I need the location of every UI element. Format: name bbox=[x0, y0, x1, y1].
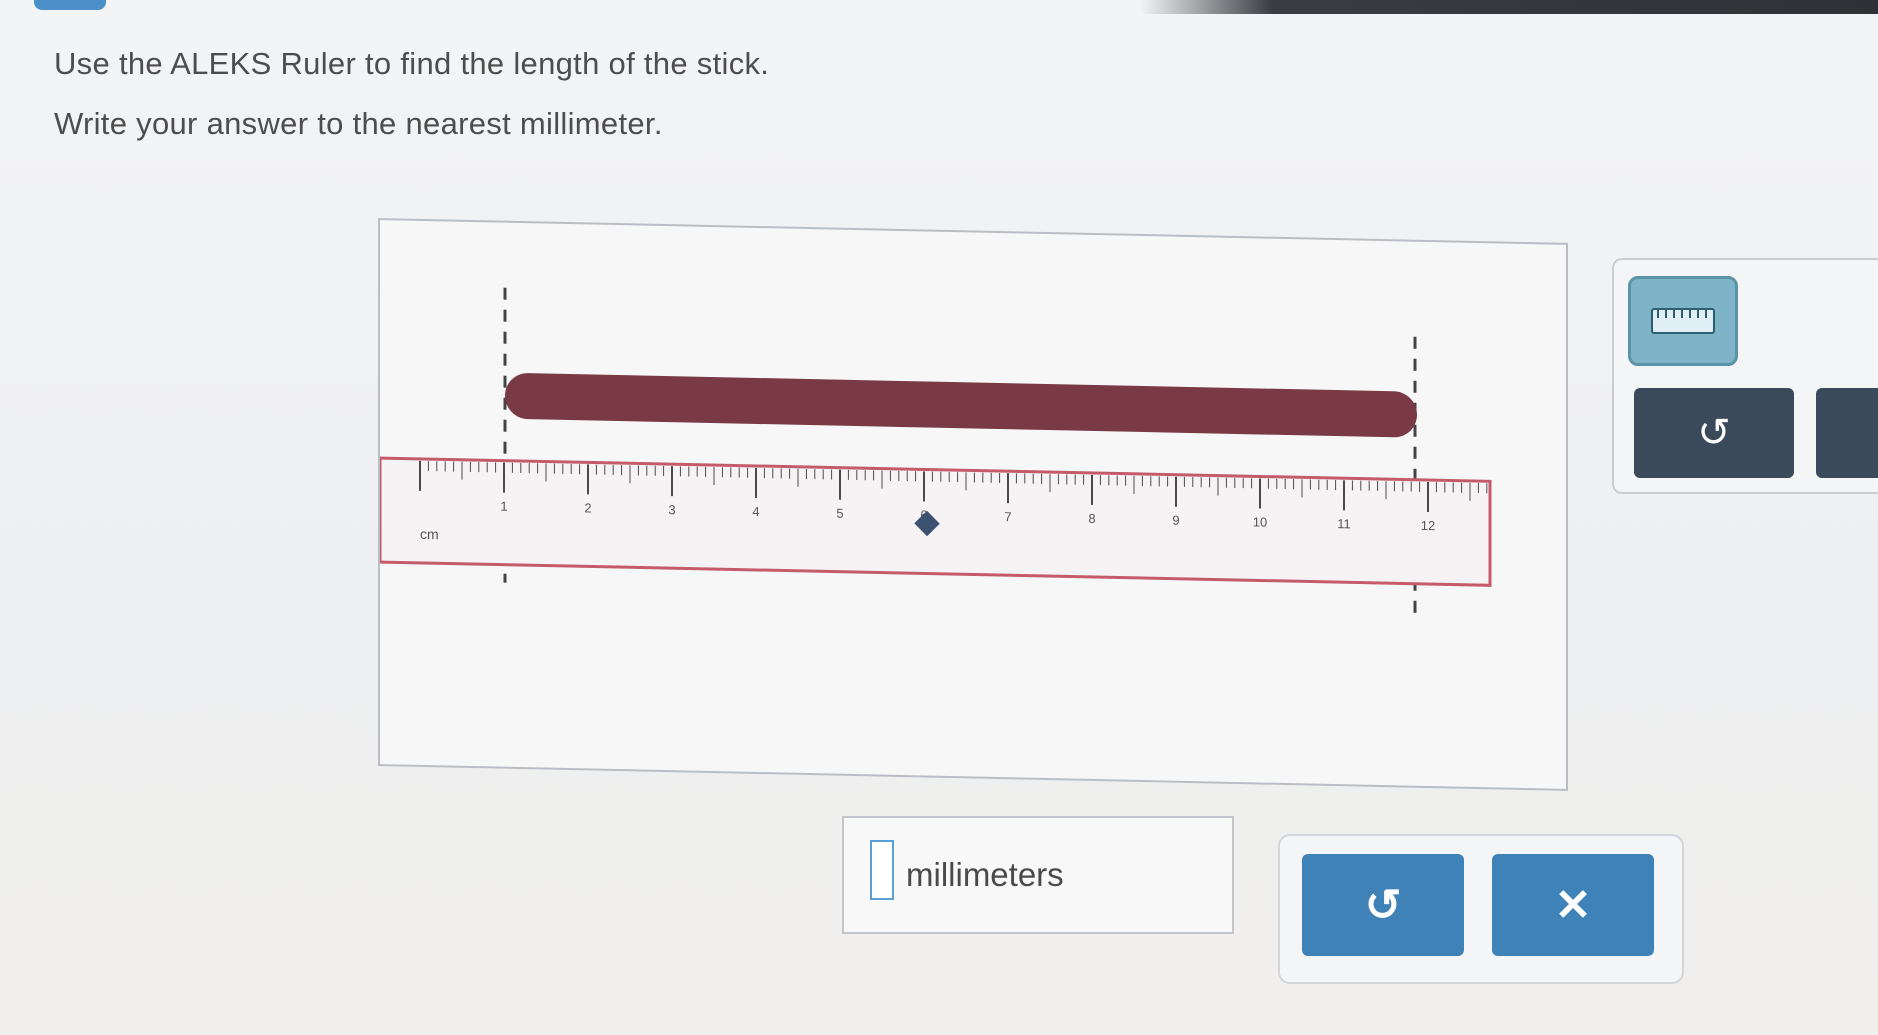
ruler-unit-label: cm bbox=[420, 526, 439, 542]
clear-button[interactable]: ✕ bbox=[1492, 854, 1654, 956]
instruction-line-2: Write your answer to the nearest millime… bbox=[54, 106, 663, 141]
ruler-label: 10 bbox=[1253, 514, 1267, 529]
ruler-label: 12 bbox=[1421, 518, 1435, 533]
tab-indicator bbox=[34, 0, 106, 10]
tool-panel: ↺ bbox=[1612, 258, 1878, 494]
ruler-label: 9 bbox=[1172, 513, 1179, 528]
action-panel: ↺ ✕ bbox=[1278, 834, 1684, 984]
top-bar bbox=[1140, 0, 1878, 14]
ruler-icon bbox=[1651, 308, 1715, 334]
answer-input[interactable] bbox=[870, 840, 894, 900]
reset-ruler-button[interactable]: ↺ bbox=[1634, 388, 1794, 478]
stick bbox=[505, 373, 1417, 438]
ruler-label: 4 bbox=[752, 504, 759, 519]
instruction-line-1: Use the ALEKS Ruler to find the length o… bbox=[54, 46, 770, 81]
ruler-label: 3 bbox=[668, 502, 675, 517]
ruler-label: 8 bbox=[1088, 511, 1095, 526]
aleks-ruler[interactable]: 123456789101112 cm bbox=[380, 456, 1492, 587]
ruler-label: 1 bbox=[500, 499, 507, 514]
undo-icon: ↺ bbox=[1697, 411, 1731, 455]
ruler-label: 11 bbox=[1337, 516, 1350, 531]
undo-button[interactable]: ↺ bbox=[1302, 854, 1464, 956]
answer-unit-label: millimeters bbox=[906, 856, 1064, 893]
extra-tool-button[interactable] bbox=[1816, 388, 1878, 478]
ruler-tool-button[interactable] bbox=[1628, 276, 1738, 366]
undo-icon: ↺ bbox=[1364, 880, 1402, 930]
close-icon: ✕ bbox=[1554, 880, 1592, 930]
ruler-label: 5 bbox=[836, 506, 843, 521]
ruler-label: 7 bbox=[1004, 509, 1011, 524]
ruler-label: 2 bbox=[584, 500, 591, 515]
answer-box: millimeters bbox=[842, 816, 1234, 934]
measurement-workspace: 123456789101112 cm bbox=[378, 218, 1568, 791]
